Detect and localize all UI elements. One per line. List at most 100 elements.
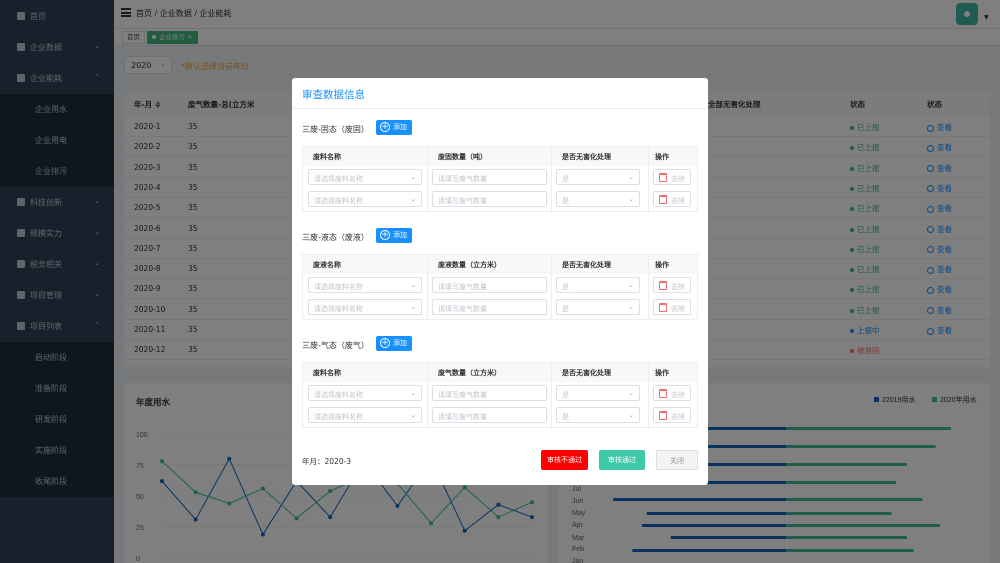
- chevron-down-icon: ⌄: [628, 303, 634, 311]
- chevron-down-icon: ⌄: [628, 195, 634, 203]
- waste-name-select[interactable]: 请选择废料名称 ⌄: [308, 277, 422, 293]
- chevron-down-icon: ⌄: [628, 389, 634, 397]
- approve-button[interactable]: 审核通过: [599, 450, 645, 470]
- section-title: 三废-液态（废液）: [302, 233, 369, 242]
- waste-name-select[interactable]: 请选择废料名称 ⌄: [308, 169, 422, 185]
- divider: [292, 108, 708, 109]
- remove-button[interactable]: 去除: [653, 385, 691, 401]
- harmless-select[interactable]: 是 ⌄: [556, 407, 640, 423]
- remove-button[interactable]: 去除: [653, 299, 691, 315]
- add-button[interactable]: + 添加: [376, 120, 412, 135]
- col-header: 废液数量（立方米）: [438, 261, 501, 269]
- placeholder: 请选择废料名称: [314, 283, 363, 291]
- harmless-select[interactable]: 是 ⌄: [556, 169, 640, 185]
- waste-row: 请选择废料名称 ⌄ 请填写废气数量是 ⌄ 去除: [303, 385, 697, 407]
- trash-icon: [659, 281, 667, 290]
- waste-name-select[interactable]: 请选择废料名称 ⌄: [308, 385, 422, 401]
- chevron-down-icon: ⌄: [410, 303, 416, 311]
- harmless-value: 是: [562, 175, 569, 183]
- harmless-value: 是: [562, 283, 569, 291]
- chevron-down-icon: ⌄: [410, 389, 416, 397]
- add-circle-icon: +: [380, 122, 390, 132]
- harmless-select[interactable]: 是 ⌄: [556, 385, 640, 401]
- remove-label: 去除: [671, 413, 685, 421]
- harmless-select[interactable]: 是 ⌄: [556, 299, 640, 315]
- remove-button[interactable]: 去除: [653, 169, 691, 185]
- col-header: 是否无害化处理: [562, 261, 611, 269]
- harmless-select[interactable]: 是 ⌄: [556, 191, 640, 207]
- col-header: 是否无害化处理: [562, 153, 611, 161]
- chevron-down-icon: ⌄: [410, 411, 416, 419]
- harmless-value: 是: [562, 413, 569, 421]
- chevron-down-icon: ⌄: [410, 173, 416, 181]
- waste-table-header: 废料名称 废气数量（立方米） 是否无害化处理 操作: [303, 363, 697, 382]
- review-modal: 审查数据信息 三废-固态（废固） + 添加 废料名称 废固数量（吨） 是否无害化处理 操作请…: [292, 78, 708, 485]
- remove-label: 去除: [671, 283, 685, 291]
- remove-label: 去除: [671, 391, 685, 399]
- year-month-label: 年月：2020-3: [302, 457, 352, 466]
- trash-icon: [659, 389, 667, 398]
- waste-name-select[interactable]: 请选择废料名称 ⌄: [308, 191, 422, 207]
- quantity-input[interactable]: 请填写废气数量: [432, 169, 547, 185]
- placeholder: 请选择废料名称: [314, 175, 363, 183]
- reject-button[interactable]: 审核不通过: [541, 450, 588, 470]
- remove-button[interactable]: 去除: [653, 277, 691, 293]
- trash-icon: [659, 173, 667, 182]
- trash-icon: [659, 195, 667, 204]
- placeholder: 请选择废料名称: [314, 197, 363, 205]
- trash-icon: [659, 411, 667, 420]
- chevron-down-icon: ⌄: [628, 173, 634, 181]
- section-title: 三废-固态（废固）: [302, 125, 369, 134]
- col-header: 废料名称: [313, 153, 341, 161]
- quantity-input[interactable]: 请填写废气数量: [432, 385, 547, 401]
- placeholder: 请选择废料名称: [314, 305, 363, 313]
- chevron-down-icon: ⌄: [628, 281, 634, 289]
- modal-title: 审查数据信息: [302, 89, 365, 101]
- remove-label: 去除: [671, 197, 685, 205]
- waste-table: 废液名称 废液数量（立方米） 是否无害化处理 操作 请选择废料名称 ⌄ 请填写废气数量是 ⌄ 去…: [302, 254, 698, 321]
- placeholder: 请填写废气数量: [438, 283, 487, 291]
- remove-label: 去除: [671, 305, 685, 313]
- section-title: 三废-气态（废气）: [302, 341, 369, 350]
- waste-table-header: 废料名称 废固数量（吨） 是否无害化处理 操作: [303, 147, 697, 166]
- harmless-select[interactable]: 是 ⌄: [556, 277, 640, 293]
- placeholder: 请填写废气数量: [438, 197, 487, 205]
- chevron-down-icon: ⌄: [410, 281, 416, 289]
- col-header: 操作: [655, 369, 669, 377]
- waste-name-select[interactable]: 请选择废料名称 ⌄: [308, 407, 422, 423]
- col-header: 废固数量（吨）: [438, 153, 487, 161]
- waste-table-header: 废液名称 废液数量（立方米） 是否无害化处理 操作: [303, 255, 697, 274]
- quantity-input[interactable]: 请填写废气数量: [432, 407, 547, 423]
- placeholder: 请选择废料名称: [314, 413, 363, 421]
- quantity-input[interactable]: 请填写废气数量: [432, 299, 547, 315]
- quantity-input[interactable]: 请填写废气数量: [432, 277, 547, 293]
- waste-row: 请选择废料名称 ⌄ 请填写废气数量是 ⌄ 去除: [303, 191, 697, 213]
- harmless-value: 是: [562, 391, 569, 399]
- col-header: 废气数量（立方米）: [438, 369, 501, 377]
- quantity-input[interactable]: 请填写废气数量: [432, 191, 547, 207]
- waste-row: 请选择废料名称 ⌄ 请填写废气数量是 ⌄ 去除: [303, 169, 697, 191]
- add-button[interactable]: + 添加: [376, 336, 412, 351]
- placeholder: 请选择废料名称: [314, 391, 363, 399]
- harmless-value: 是: [562, 197, 569, 205]
- placeholder: 请填写废气数量: [438, 305, 487, 313]
- waste-table: 废料名称 废固数量（吨） 是否无害化处理 操作 请选择废料名称 ⌄ 请填写废气数量是 ⌄ 去除请…: [302, 146, 698, 213]
- col-header: 操作: [655, 153, 669, 161]
- waste-row: 请选择废料名称 ⌄ 请填写废气数量是 ⌄ 去除: [303, 407, 697, 429]
- placeholder: 请填写废气数量: [438, 391, 487, 399]
- waste-row: 请选择废料名称 ⌄ 请填写废气数量是 ⌄ 去除: [303, 277, 697, 299]
- col-header: 废液名称: [313, 261, 341, 269]
- close-button[interactable]: 关闭: [656, 450, 698, 470]
- col-header: 是否无害化处理: [562, 369, 611, 377]
- remove-button[interactable]: 去除: [653, 191, 691, 207]
- add-label: 添加: [393, 123, 407, 131]
- harmless-value: 是: [562, 305, 569, 313]
- add-button[interactable]: + 添加: [376, 228, 412, 243]
- waste-table: 废料名称 废气数量（立方米） 是否无害化处理 操作 请选择废料名称 ⌄ 请填写废气数量是 ⌄ 去…: [302, 362, 698, 429]
- add-label: 添加: [393, 339, 407, 347]
- waste-name-select[interactable]: 请选择废料名称 ⌄: [308, 299, 422, 315]
- remove-button[interactable]: 去除: [653, 407, 691, 423]
- col-header: 废料名称: [313, 369, 341, 377]
- waste-row: 请选择废料名称 ⌄ 请填写废气数量是 ⌄ 去除: [303, 299, 697, 321]
- chevron-down-icon: ⌄: [410, 195, 416, 203]
